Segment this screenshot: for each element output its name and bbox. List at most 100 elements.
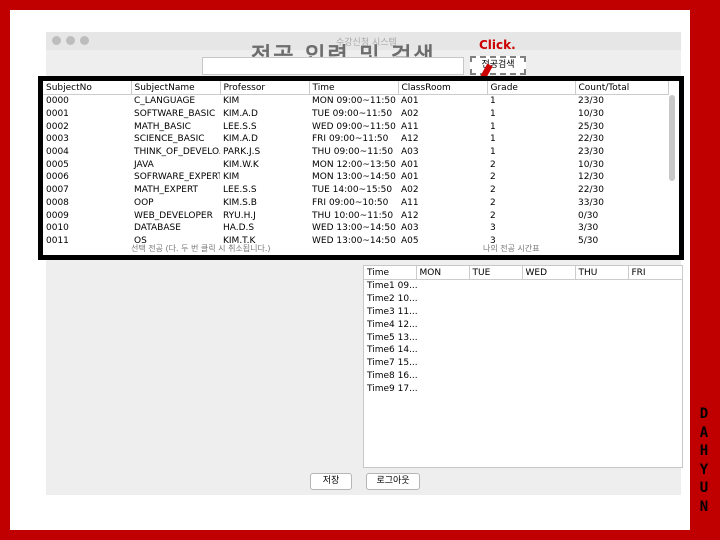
timetable-cell[interactable]: [628, 370, 682, 383]
timetable-cell[interactable]: [628, 357, 682, 370]
search-input[interactable]: [202, 57, 464, 75]
table-cell: THU 09:00~11:50: [312, 147, 394, 158]
table-cell: FRI 09:00~10:50: [312, 197, 389, 208]
table-row[interactable]: 0000 C_LANGUAGE KIM MON 09:00~11:50 A01 1 23/3…: [43, 95, 668, 108]
table-cell: SOFTWARE_BASIC: [134, 109, 216, 120]
timetable-cell: Time2 10...: [367, 294, 418, 305]
timetable-cell[interactable]: [416, 280, 469, 293]
zoom-window-icon[interactable]: [80, 36, 89, 45]
timetable-cell[interactable]: [469, 382, 522, 395]
timetable-cell[interactable]: [628, 318, 682, 331]
table-cell: 2: [490, 210, 496, 221]
timetable-cell[interactable]: [575, 293, 628, 306]
table-row[interactable]: 0007 MATH_EXPERT LEE.S.S TUE 14:00~15:50 A02…: [43, 184, 668, 197]
timetable-cell[interactable]: [575, 370, 628, 383]
timetable-cell[interactable]: [575, 331, 628, 344]
selection-hint: 선택 전공 (다. 두 번 클릭 시 취소됩니다.): [131, 244, 271, 253]
column-header[interactable]: SubjectName: [131, 81, 221, 95]
timetable-cell[interactable]: [628, 344, 682, 357]
timetable-cell[interactable]: [522, 306, 575, 319]
table-row[interactable]: 0008 OOP KIM.S.B FRI 09:00~10:50 A11 2 33/30: [43, 197, 668, 210]
timetable-cell[interactable]: [575, 357, 628, 370]
table-cell: 0010: [46, 223, 69, 234]
timetable-cell[interactable]: [522, 370, 575, 383]
table-row[interactable]: 0004 THINK_OF_DEVELO... PARK.J.S THU 09:00~…: [43, 146, 668, 159]
save-button[interactable]: 저장: [310, 473, 352, 490]
column-header[interactable]: Professor: [220, 81, 310, 95]
timetable-row: Time1 09...: [364, 280, 682, 293]
timetable-cell[interactable]: [469, 306, 522, 319]
timetable-cell[interactable]: [469, 318, 522, 331]
timetable-cell[interactable]: [469, 293, 522, 306]
timetable-cell[interactable]: [469, 331, 522, 344]
timetable-cell[interactable]: [575, 280, 628, 293]
timetable-cell[interactable]: [522, 280, 575, 293]
table-cell: 1: [490, 96, 496, 107]
table-cell: MON 13:00~14:50: [312, 172, 396, 183]
timetable-cell[interactable]: [416, 344, 469, 357]
timetable-cell[interactable]: [522, 331, 575, 344]
table-cell: A02: [401, 109, 419, 120]
column-header[interactable]: Grade: [487, 81, 576, 95]
table-cell: MATH_BASIC: [134, 121, 191, 132]
side-watermark-text: DAHYUN: [694, 405, 714, 517]
timetable-cell[interactable]: [416, 382, 469, 395]
side-letter: Y: [699, 461, 709, 478]
table-cell: 0009: [46, 210, 69, 221]
timetable-cell: Time4 12...: [367, 319, 418, 330]
table-cell: 0004: [46, 147, 69, 158]
timetable-cell[interactable]: [522, 357, 575, 370]
table-cell: A01: [401, 96, 419, 107]
table-row[interactable]: 0003 SCIENCE_BASIC KIM.A.D FRI 09:00~11:50 A…: [43, 133, 668, 146]
table-row[interactable]: 0006 SOFRWARE_EXPERT KIM MON 13:00~14:50 A01…: [43, 171, 668, 184]
logout-button[interactable]: 로그아웃: [366, 473, 420, 490]
table-cell: 3: [490, 223, 496, 234]
column-header[interactable]: Time: [309, 81, 399, 95]
timetable-cell[interactable]: [416, 293, 469, 306]
table-scrollbar[interactable]: [669, 95, 675, 181]
table-cell: TUE 09:00~11:50: [312, 109, 393, 120]
table-cell: 2: [490, 197, 496, 208]
table-cell: THU 10:00~11:50: [312, 210, 394, 221]
timetable-cell[interactable]: [416, 306, 469, 319]
timetable-cell[interactable]: [628, 382, 682, 395]
timetable-cell[interactable]: [469, 344, 522, 357]
column-header[interactable]: ClassRoom: [398, 81, 488, 95]
table-cell: KIM.A.D: [223, 134, 258, 145]
column-header[interactable]: Count/Total: [575, 81, 669, 95]
table-cell: 2: [490, 172, 496, 183]
table-cell: A03: [401, 147, 419, 158]
timetable-cell[interactable]: [575, 306, 628, 319]
timetable-cell[interactable]: [416, 331, 469, 344]
timetable-cell[interactable]: [628, 306, 682, 319]
table-row[interactable]: 0001 SOFTWARE_BASIC KIM.A.D TUE 09:00~11:50…: [43, 108, 668, 121]
timetable-cell[interactable]: [469, 370, 522, 383]
timetable-cell[interactable]: [469, 280, 522, 293]
timetable-cell[interactable]: [628, 280, 682, 293]
timetable-cell[interactable]: [575, 382, 628, 395]
timetable-cell[interactable]: [628, 331, 682, 344]
table-row[interactable]: 0010 DATABASE HA.D.S WED 13:00~14:50 A03 3 3/3…: [43, 222, 668, 235]
table-cell: LEE.S.S: [223, 185, 257, 196]
timetable-cell[interactable]: [416, 357, 469, 370]
timetable-cell[interactable]: [522, 318, 575, 331]
table-cell: KIM.W.K: [223, 159, 259, 170]
timetable-cell[interactable]: [469, 357, 522, 370]
timetable-cell[interactable]: [416, 370, 469, 383]
column-header[interactable]: SubjectNo: [43, 81, 132, 95]
table-cell: 10/30: [578, 109, 604, 120]
timetable-cell[interactable]: [522, 344, 575, 357]
timetable-cell[interactable]: [575, 318, 628, 331]
table-cell: 0005: [46, 159, 69, 170]
timetable-cell[interactable]: [575, 344, 628, 357]
timetable-cell[interactable]: [522, 293, 575, 306]
table-row[interactable]: 0009 WEB_DEVELOPER RYU.H.J THU 10:00~11:50 A…: [43, 209, 668, 222]
timetable-cell[interactable]: [522, 382, 575, 395]
table-row[interactable]: 0002 MATH_BASIC LEE.S.S WED 09:00~11:50 A11 1…: [43, 120, 668, 133]
table-cell: JAVA: [134, 159, 154, 170]
close-window-icon[interactable]: [52, 36, 61, 45]
table-row[interactable]: 0005 JAVA KIM.W.K MON 12:00~13:50 A01 2 10/30: [43, 158, 668, 171]
timetable-cell[interactable]: [628, 293, 682, 306]
timetable-cell[interactable]: [416, 318, 469, 331]
minimize-window-icon[interactable]: [66, 36, 75, 45]
